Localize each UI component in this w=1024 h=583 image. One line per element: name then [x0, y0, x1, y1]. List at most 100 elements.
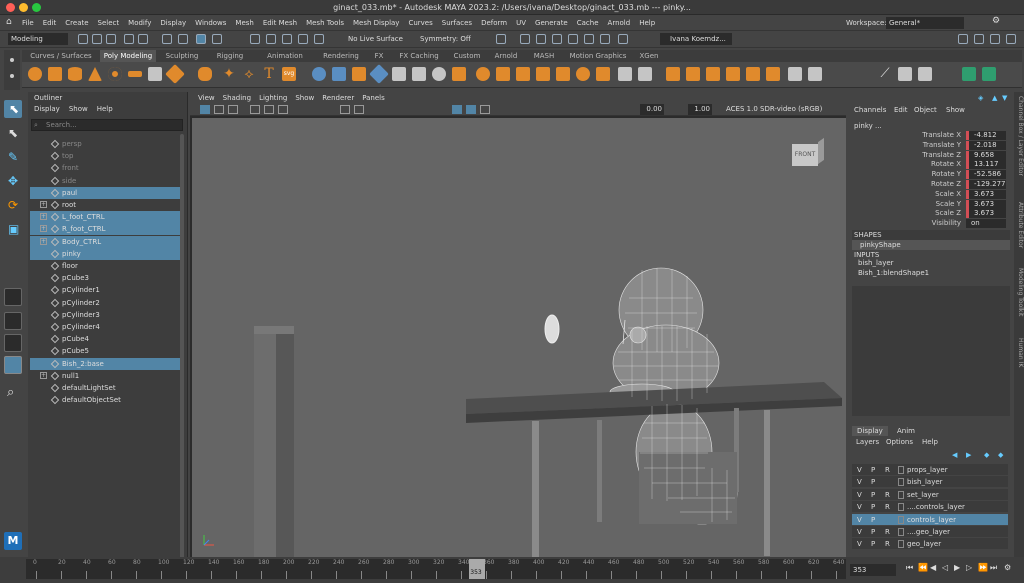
layer-visibility-toggle[interactable]: V — [857, 476, 862, 488]
expand-toggle-icon[interactable]: + — [40, 237, 47, 245]
menu-surfaces[interactable]: Surfaces — [442, 15, 472, 31]
new-layer-selected-icon[interactable]: ◆ — [998, 451, 1003, 459]
snap-point-icon[interactable] — [282, 34, 292, 44]
viewport-menu-renderer[interactable]: Renderer — [322, 94, 354, 102]
channel-attr-row[interactable]: Scale Z 3.673 — [858, 209, 1013, 219]
panel-toggle-icon[interactable] — [958, 34, 968, 44]
layer-visibility-toggle[interactable]: V — [857, 514, 862, 526]
current-frame-field[interactable]: 353 — [850, 564, 896, 576]
menu-generate[interactable]: Generate — [535, 15, 568, 31]
four-view-layout-icon[interactable] — [4, 312, 22, 330]
arnold-render-icon[interactable] — [600, 34, 610, 44]
extract-icon[interactable] — [352, 67, 366, 81]
outliner-item[interactable]: + Body_CTRL — [30, 235, 180, 248]
viewport-menu-shading[interactable]: Shading — [223, 94, 251, 102]
shelf-tab-poly-modeling[interactable]: Poly Modeling — [100, 50, 156, 62]
menu-mesh-tools[interactable]: Mesh Tools — [306, 15, 344, 31]
camera-attributes-icon[interactable] — [214, 105, 224, 114]
persp-outliner-layout-icon[interactable] — [4, 334, 22, 352]
wireframe-on-shaded-icon[interactable] — [452, 105, 462, 114]
shelf-tab-curves-surfaces[interactable]: Curves / Surfaces — [26, 50, 96, 62]
outliner-search-input[interactable]: Search... — [31, 119, 183, 131]
outliner-item[interactable]: top — [30, 150, 180, 162]
channel-menu-show[interactable]: Show — [946, 106, 965, 114]
layer-visibility-toggle[interactable]: V — [857, 464, 862, 476]
shelf-tab-motion-graphics[interactable]: Motion Graphics — [566, 50, 630, 62]
outliner-item[interactable]: + root — [30, 199, 180, 211]
tool-settings-toggle-icon[interactable] — [990, 34, 1000, 44]
scale-tool-icon[interactable]: ▣ — [4, 220, 22, 238]
channel-attr-value[interactable]: -52.586 — [966, 170, 1006, 180]
layer-playback-toggle[interactable]: P — [871, 489, 875, 501]
channel-attr-value[interactable]: 13.117 — [966, 160, 1006, 170]
menu-edit[interactable]: Edit — [43, 15, 57, 31]
bookmarks-icon[interactable] — [228, 105, 238, 114]
channel-attr-value[interactable]: -4.812 — [966, 131, 1006, 140]
shelf-tab-mash[interactable]: MASH — [526, 50, 562, 62]
poly-cube-icon[interactable] — [48, 67, 62, 81]
collapse-icon[interactable] — [576, 67, 590, 81]
outliner-menu-show[interactable]: Show — [69, 105, 88, 113]
snap-curve-icon[interactable] — [266, 34, 276, 44]
layer-menu-help[interactable]: Help — [922, 438, 938, 446]
outliner-item[interactable]: defaultObjectSet — [30, 394, 180, 406]
poly-sphere-icon[interactable] — [28, 67, 42, 81]
menu-deform[interactable]: Deform — [481, 15, 507, 31]
paint-select-icon[interactable] — [898, 67, 912, 81]
layer-color-swatch[interactable] — [898, 528, 904, 536]
cut-uv-icon[interactable] — [808, 67, 822, 81]
menu-help[interactable]: Help — [639, 15, 655, 31]
new-scene-icon[interactable] — [78, 34, 88, 44]
channel-attr-value[interactable]: -2.018 — [966, 140, 1006, 150]
gamma-field[interactable]: 1.00 — [688, 104, 712, 115]
layer-row[interactable]: V P Rgeo_layer — [852, 538, 1008, 551]
outliner-item[interactable]: + null1 — [30, 370, 180, 382]
film-gate-icon[interactable] — [264, 105, 274, 114]
channel-attr-value[interactable]: 9.658 — [966, 150, 1006, 160]
layer-color-swatch[interactable] — [898, 478, 904, 487]
home-icon[interactable]: ⌂ — [6, 18, 15, 27]
extrude-icon[interactable] — [476, 67, 490, 81]
playback-options-icon[interactable]: ⚙ — [1004, 563, 1011, 572]
uv-editor-icon[interactable] — [666, 67, 680, 81]
outliner-item[interactable]: pCylinder4 — [30, 321, 180, 333]
menuset-select[interactable]: Modeling — [8, 33, 68, 45]
outliner-item[interactable]: front — [30, 162, 180, 174]
viewport-menu-view[interactable]: View — [198, 94, 215, 102]
auto-map-icon[interactable] — [746, 67, 760, 81]
menu-mesh-display[interactable]: Mesh Display — [353, 15, 399, 31]
live-surface-label[interactable]: No Live Surface — [348, 31, 403, 48]
pipe-icon[interactable]: ⟡ — [242, 67, 256, 81]
select-object-icon[interactable] — [178, 34, 188, 44]
shelf-options-icon[interactable] — [4, 50, 20, 90]
menu-modify[interactable]: Modify — [128, 15, 151, 31]
lasso-tool-icon[interactable]: ⬉ — [4, 124, 22, 142]
fill-hole-icon[interactable] — [452, 67, 466, 81]
shelf-tab-animation[interactable]: Animation — [256, 50, 314, 62]
move-layer-down-icon[interactable]: ▶ — [966, 451, 971, 459]
channel-attr-value[interactable]: -129.277 — [966, 180, 1006, 189]
side-tab[interactable]: Human IK — [1014, 338, 1024, 367]
layer-row[interactable]: V P Rset_layer — [852, 488, 1008, 501]
menu-create[interactable]: Create — [65, 15, 88, 31]
user-account-select[interactable]: Ivana Koemdz... — [660, 33, 732, 45]
expand-toggle-icon[interactable]: + — [40, 213, 47, 221]
playhead[interactable]: 353 — [469, 559, 486, 579]
viewport-menu-show[interactable]: Show — [295, 94, 314, 102]
shelf-tab-rendering[interactable]: Rendering — [318, 50, 364, 62]
outliner-menu-help[interactable]: Help — [97, 105, 113, 113]
layer-menu-layers[interactable]: Layers — [856, 438, 879, 446]
shelf-tab-fx[interactable]: FX — [368, 50, 390, 62]
step-forward-frame-icon[interactable]: ▷ — [966, 563, 972, 572]
resolution-gate-icon[interactable] — [278, 105, 288, 114]
side-tab[interactable]: Modeling Toolkit — [1014, 268, 1024, 316]
step-forward-key-icon[interactable]: ⏩ — [978, 563, 988, 572]
layer-color-swatch[interactable] — [898, 490, 904, 499]
layer-visibility-toggle[interactable]: V — [857, 501, 862, 513]
channel-attr-row[interactable]: Rotate X 13.117 — [858, 160, 1013, 170]
viewport-menu-lighting[interactable]: Lighting — [259, 94, 287, 102]
layer-row[interactable]: V P R ....geo_layer — [852, 526, 1008, 538]
layout-uv-icon[interactable] — [788, 67, 802, 81]
menu-display[interactable]: Display — [160, 15, 186, 31]
channel-attr-row[interactable]: Visibility on — [858, 219, 1013, 229]
